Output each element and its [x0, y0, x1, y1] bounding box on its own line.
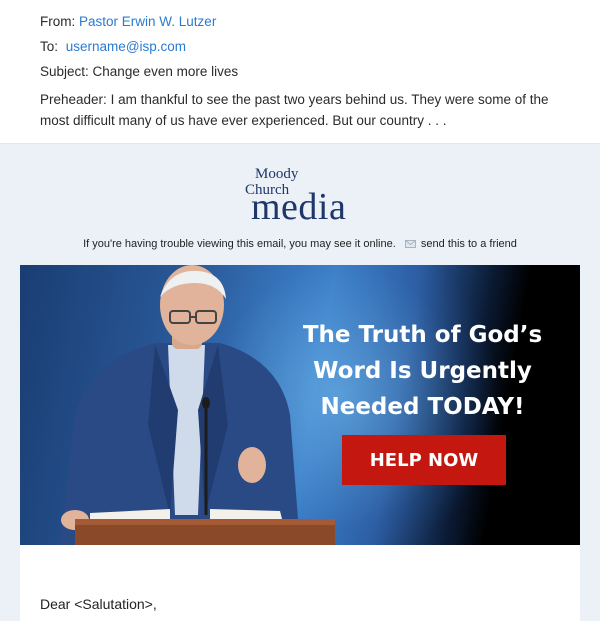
subject-line: Subject: Change even more lives: [40, 64, 238, 79]
to-line: To: username@isp.com: [40, 39, 186, 54]
preheader-text: I am thankful to see the past two years …: [40, 92, 549, 128]
view-online-link[interactable]: If you're having trouble viewing this em…: [83, 238, 396, 250]
logo-text-media: media: [251, 186, 347, 228]
from-sender-link[interactable]: Pastor Erwin W. Lutzer: [79, 14, 216, 29]
letter-greeting: Dear <Salutation>,: [40, 596, 157, 612]
send-to-friend-link[interactable]: send this to a friend: [421, 238, 517, 250]
banner-headline: The Truth of God’s Word Is Urgently Need…: [302, 322, 543, 420]
subject-value: Change even more lives: [92, 64, 239, 79]
preheader-label: Preheader:: [40, 92, 107, 107]
envelope-icon: [404, 240, 416, 248]
hero-banner[interactable]: The Truth of God’s Word Is Urgently Need…: [20, 265, 580, 545]
moody-church-media-logo[interactable]: Moody Church media: [243, 166, 363, 228]
subject-label: Subject:: [40, 64, 89, 79]
from-label: From:: [40, 14, 76, 29]
logo-text-moody: Moody: [255, 166, 299, 182]
view-online-line: If you're having trouble viewing this em…: [0, 238, 600, 250]
help-now-button[interactable]: HELP NOW: [342, 435, 506, 485]
to-recipient-link[interactable]: username@isp.com: [66, 39, 186, 54]
preheader: Preheader: I am thankful to see the past…: [40, 89, 575, 131]
to-label: To:: [40, 39, 59, 54]
from-line: From: Pastor Erwin W. Lutzer: [40, 14, 216, 29]
